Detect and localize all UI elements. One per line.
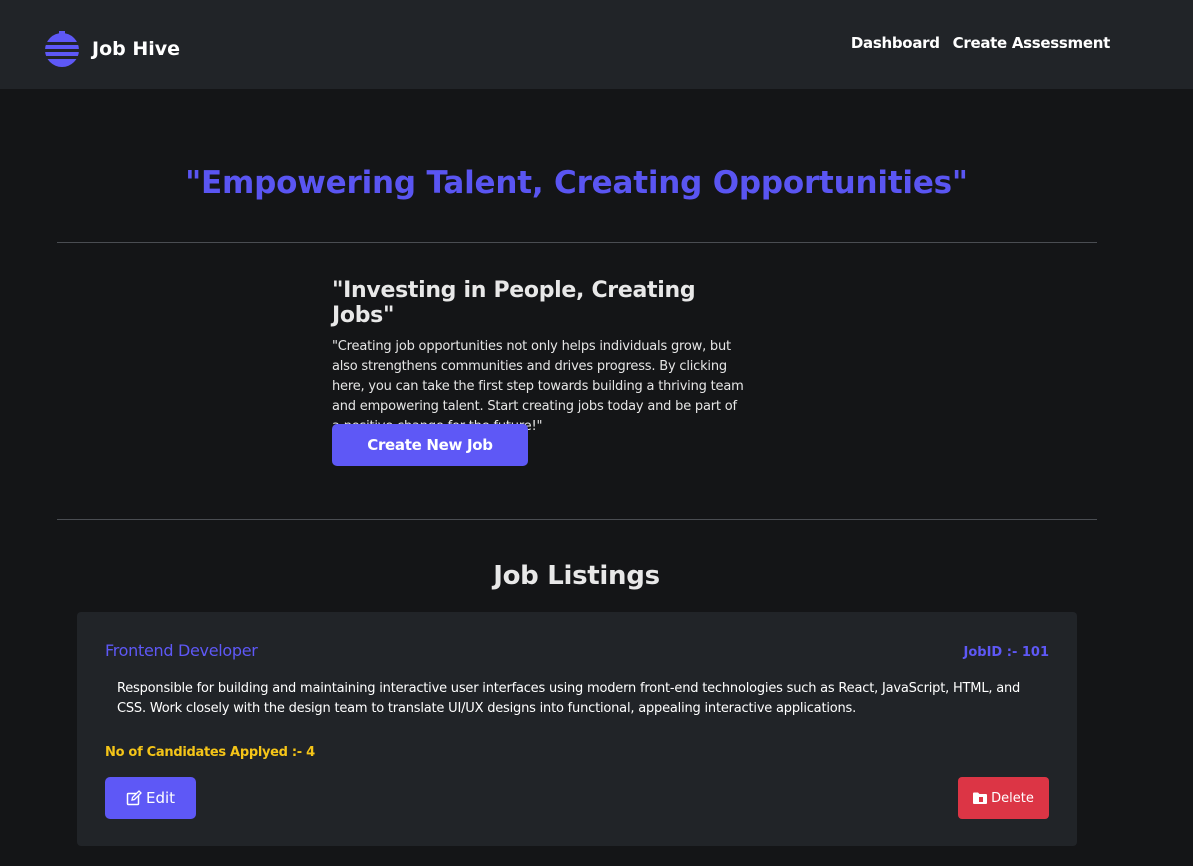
job-listings-title: Job Listings [493,561,660,591]
brand[interactable]: Job Hive [42,29,180,69]
edit-button[interactable]: Edit [105,777,196,819]
job-id: JobID :- 101 [963,645,1049,660]
divider [57,519,1097,520]
edit-icon [126,790,142,806]
hero-title: "Empowering Talent, Creating Opportuniti… [185,165,968,201]
job-title[interactable]: Frontend Developer [105,641,258,660]
top-navbar: Job Hive Dashboard Create Assessment [0,0,1193,89]
folder-delete-icon [973,792,988,804]
delete-label: Delete [991,790,1034,806]
nav-link-dashboard[interactable]: Dashboard [851,34,940,52]
nav-links: Dashboard Create Assessment [851,34,1110,52]
job-card: Frontend Developer JobID :- 101 Responsi… [77,612,1077,846]
brand-name: Job Hive [92,38,181,60]
create-new-job-button[interactable]: Create New Job [332,424,528,466]
divider [57,242,1097,243]
beehive-logo-icon [42,29,82,69]
delete-button[interactable]: Delete [958,777,1049,819]
nav-link-create-assessment[interactable]: Create Assessment [953,34,1111,52]
candidates-count: No of Candidates Applyed :- 4 [105,745,315,760]
invest-section: "Investing in People, Creating Jobs" "Cr… [332,278,752,437]
invest-text: "Creating job opportunities not only hel… [332,339,744,434]
job-description: Responsible for building and maintaining… [117,681,1021,716]
edit-label: Edit [145,789,176,807]
invest-title: "Investing in People, Creating Jobs" [332,278,696,328]
